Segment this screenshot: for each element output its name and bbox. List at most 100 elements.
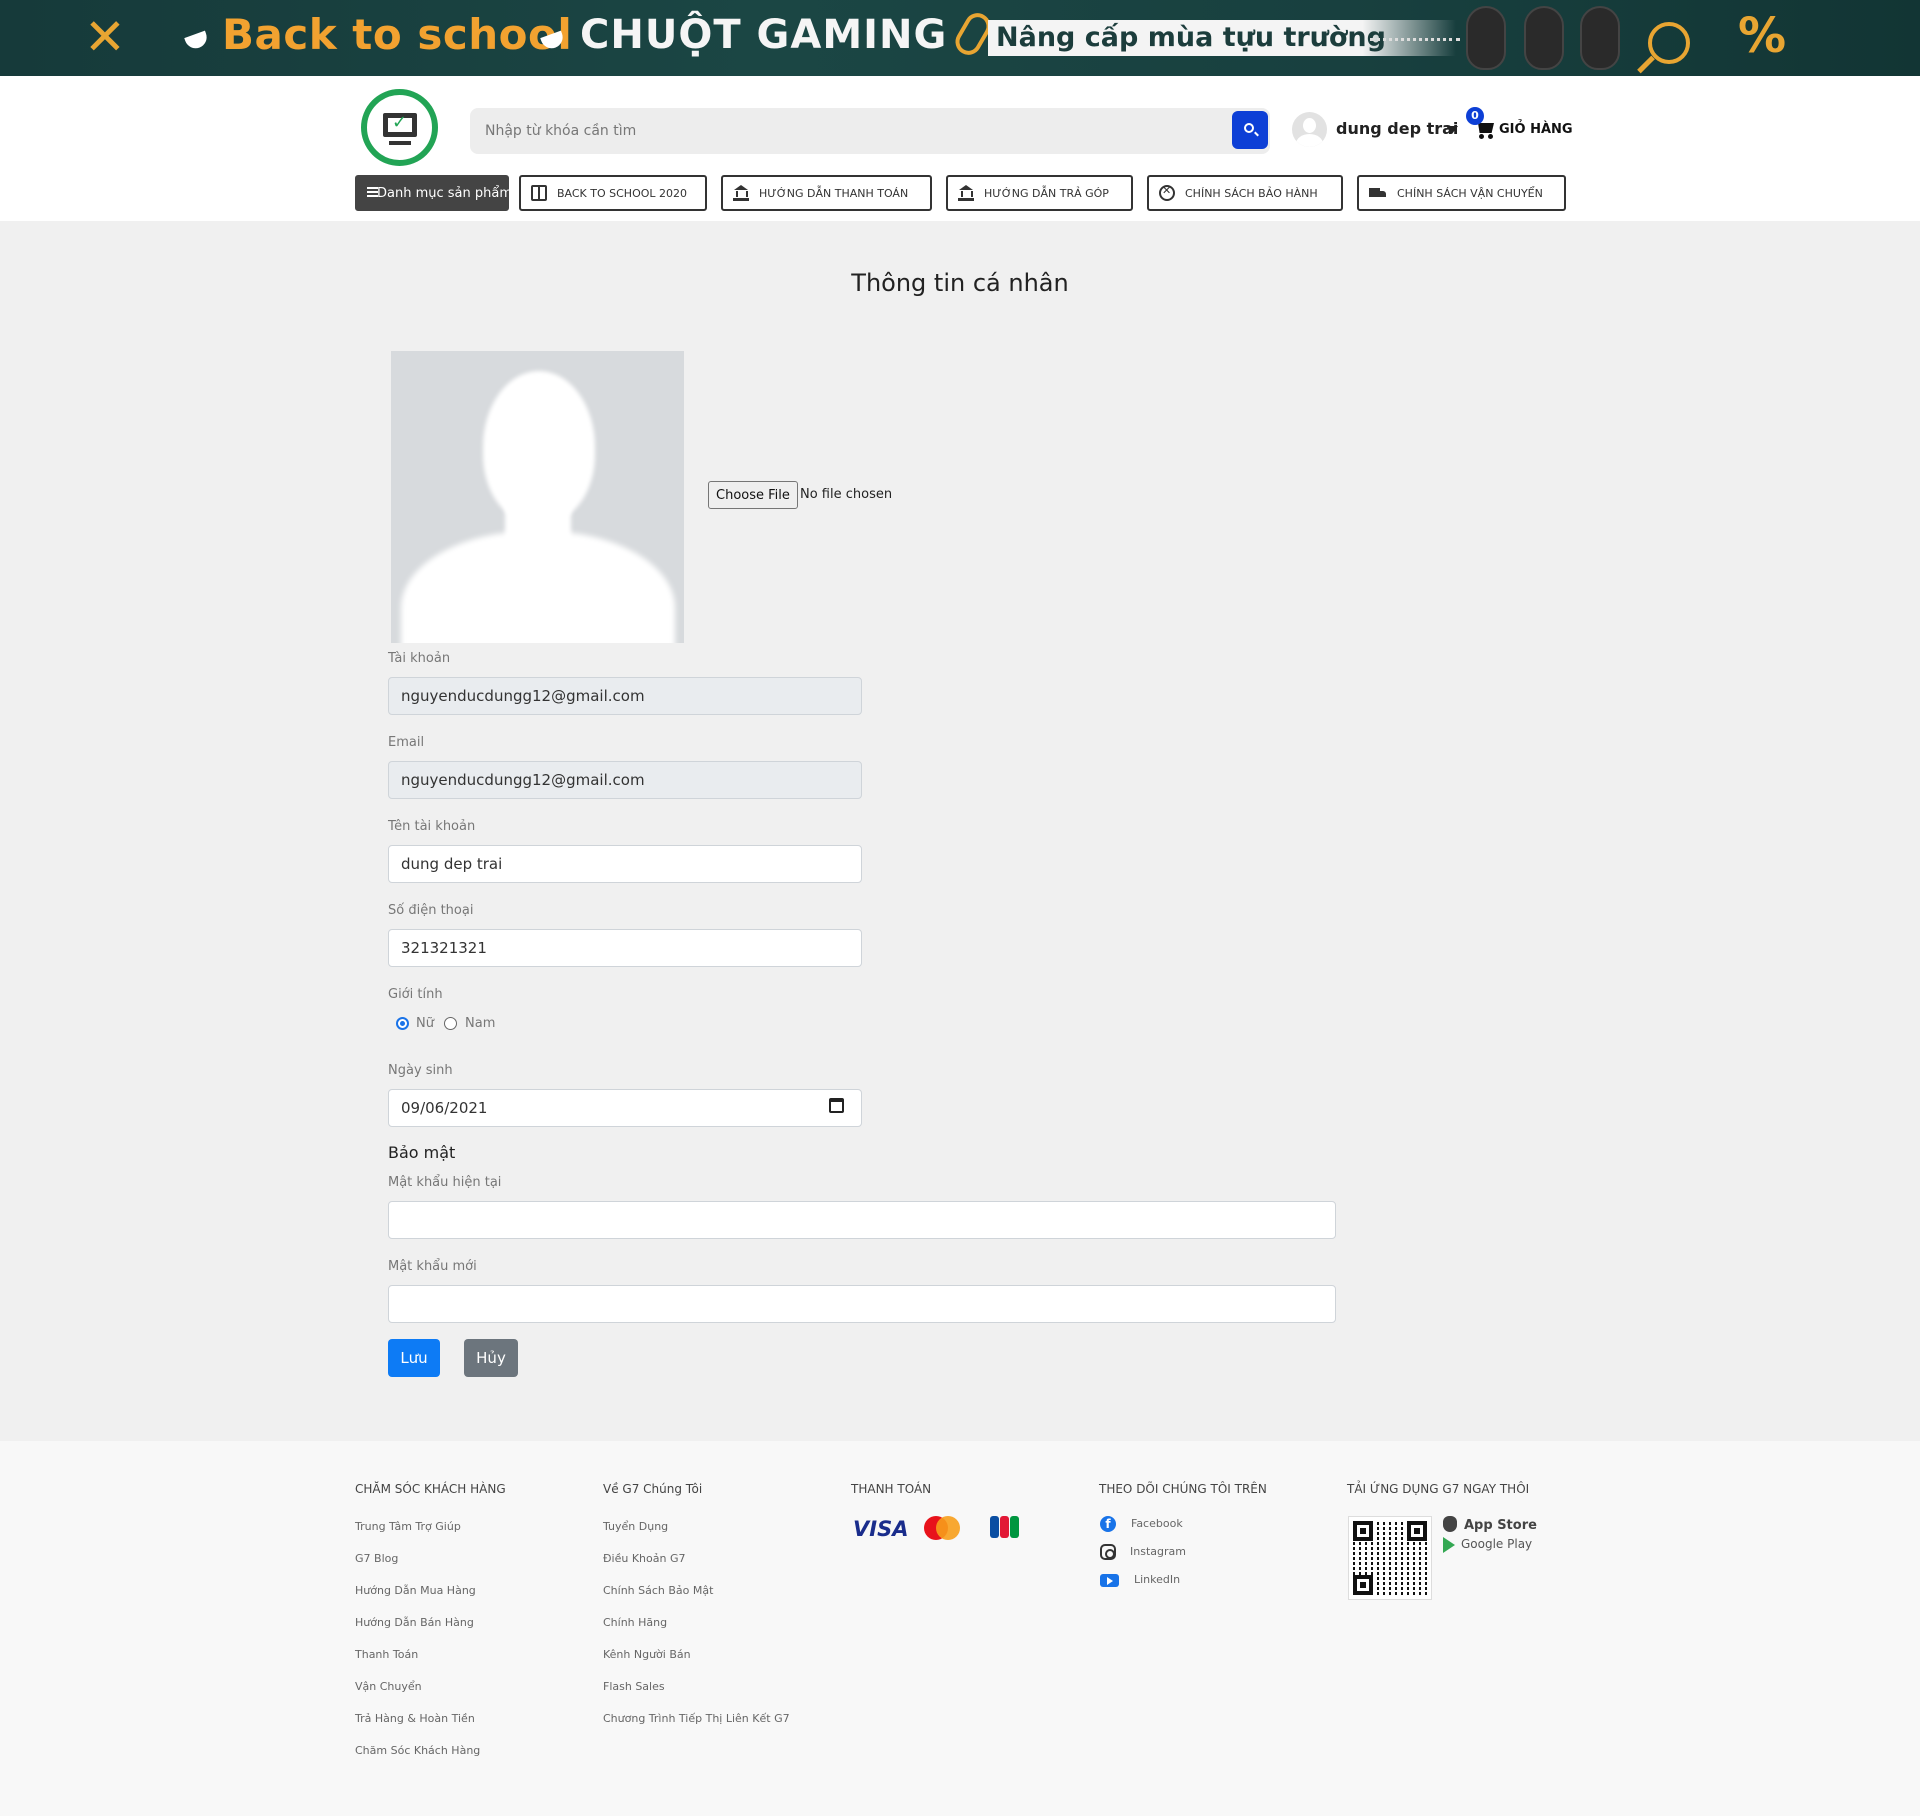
footer-link[interactable]: Trung Tâm Trợ Giúp	[355, 1520, 461, 1533]
search-button[interactable]	[1232, 111, 1268, 149]
footer-app-title: TẢI ỨNG DỤNG G7 NGAY THÔI	[1347, 1482, 1530, 1496]
email-label: Email	[388, 735, 425, 750]
footer-social-link[interactable]: Instagram	[1130, 1545, 1186, 1558]
file-status: No file chosen	[800, 487, 893, 502]
account-field[interactable]: nguyenducdungg12@gmail.com	[388, 677, 862, 715]
choose-file-button[interactable]: Choose File	[708, 481, 798, 509]
phone-label: Số điện thoại	[388, 903, 474, 918]
security-section-title: Bảo mật	[388, 1143, 456, 1162]
jcb-logo	[990, 1516, 1020, 1538]
footer-link[interactable]: Chăm Sóc Khách Hàng	[355, 1744, 480, 1757]
gaming-mouse-image	[1524, 6, 1564, 70]
footer-social-link[interactable]: LinkedIn	[1134, 1573, 1180, 1586]
footer-link[interactable]: Điều Khoản G7	[603, 1552, 685, 1565]
category-menu-label: Danh mục sản phẩm	[377, 185, 513, 201]
cart-count-badge: 0	[1466, 107, 1484, 125]
google-play-link[interactable]: Google Play	[1461, 1537, 1532, 1551]
new-password-field[interactable]	[388, 1285, 1336, 1323]
username-field[interactable]: dung dep trai	[388, 845, 862, 883]
nav-installment-guide[interactable]: HƯỚNG DẪN TRẢ GÓP	[946, 175, 1133, 211]
footer-link[interactable]: Tuyển Dụng	[603, 1520, 668, 1533]
footer-payment-title: THANH TOÁN	[851, 1482, 932, 1496]
footer-link[interactable]: Chính Sách Bảo Mật	[603, 1584, 713, 1597]
gender-female-label: Nữ	[416, 1016, 434, 1031]
page-title: Thông tin cá nhân	[851, 269, 1069, 297]
footer-link[interactable]: Chương Trình Tiếp Thị Liên Kết G7	[603, 1712, 790, 1725]
instagram-icon[interactable]	[1100, 1544, 1116, 1560]
profile-photo	[391, 351, 684, 643]
dob-label: Ngày sinh	[388, 1063, 453, 1078]
gender-label: Giới tính	[388, 987, 443, 1002]
nav-label: HƯỚNG DẪN THANH TOÁN	[759, 186, 909, 200]
nav-back-to-school[interactable]: BACK TO SCHOOL 2020	[519, 175, 707, 211]
nav-label: CHÍNH SÁCH VẬN CHUYỂN	[1397, 186, 1543, 200]
apple-icon	[1443, 1516, 1457, 1532]
bank-icon	[733, 185, 749, 201]
facebook-icon[interactable]: f	[1100, 1516, 1116, 1532]
monitor-icon	[383, 112, 417, 137]
linkedin-icon[interactable]	[1100, 1574, 1119, 1587]
cart-link[interactable]: GIỎ HÀNG	[1499, 122, 1573, 137]
site-header: dung dep trai 0 GIỎ HÀNG Danh mục sản ph…	[0, 76, 1920, 221]
footer-link[interactable]: Vận Chuyển	[355, 1680, 422, 1693]
tools-icon	[1159, 184, 1175, 201]
footer-link[interactable]: Trả Hàng & Hoàn Tiền	[355, 1712, 475, 1725]
footer-link[interactable]: Hướng Dẫn Mua Hàng	[355, 1584, 476, 1597]
user-avatar[interactable]	[1292, 112, 1327, 147]
current-password-label: Mật khẩu hiện tại	[388, 1175, 502, 1190]
footer-about-title: Về G7 Chúng Tôi	[603, 1482, 703, 1496]
banner-product: CHUỘT GAMING	[580, 12, 948, 58]
footer-link[interactable]: Chính Hãng	[603, 1616, 667, 1629]
drop-decoration-icon	[184, 30, 210, 52]
nav-label: CHÍNH SÁCH BẢO HÀNH	[1185, 186, 1318, 200]
gaming-mouse-image	[1466, 6, 1506, 70]
search-icon	[1244, 123, 1254, 133]
dots-decoration	[1370, 38, 1460, 41]
nav-warranty-policy[interactable]: CHÍNH SÁCH BẢO HÀNH	[1147, 175, 1343, 211]
app-store-link[interactable]: App Store	[1464, 1518, 1537, 1533]
username-label: Tên tài khoản	[388, 819, 476, 834]
magnifier-decoration-icon	[1648, 22, 1690, 64]
footer-link[interactable]: Flash Sales	[603, 1680, 665, 1693]
gender-male-radio[interactable]	[444, 1017, 457, 1030]
nav-shipping-policy[interactable]: CHÍNH SÁCH VẬN CHUYỂN	[1357, 175, 1566, 211]
search-bar	[470, 108, 1270, 154]
save-button[interactable]: Lưu	[388, 1339, 440, 1377]
footer-link[interactable]: Thanh Toán	[355, 1648, 418, 1661]
search-input[interactable]	[485, 108, 1215, 154]
footer-link[interactable]: G7 Blog	[355, 1552, 398, 1565]
gaming-mouse-image	[1580, 6, 1620, 70]
footer-follow-title: THEO DÕI CHÚNG TÔI TRÊN	[1099, 1482, 1267, 1496]
account-label: Tài khoản	[388, 651, 451, 666]
calendar-icon[interactable]	[829, 1098, 844, 1113]
banner-headline: Back to school	[222, 10, 573, 59]
footer-link[interactable]: Kênh Người Bán	[603, 1648, 691, 1661]
footer-social-link[interactable]: Facebook	[1131, 1517, 1183, 1530]
phone-field[interactable]: 321321321	[388, 929, 862, 967]
dob-field[interactable]: 09/06/2021	[388, 1089, 862, 1127]
percent-decoration-icon: %	[1738, 8, 1787, 64]
site-logo[interactable]	[361, 89, 438, 166]
email-field[interactable]: nguyenducdungg12@gmail.com	[388, 761, 862, 799]
promo-banner[interactable]: ✕ Back to school CHUỘT GAMING Nâng cấp m…	[0, 0, 1920, 76]
gender-female-radio[interactable]	[396, 1017, 409, 1030]
qr-code-image	[1348, 1516, 1432, 1600]
nav-payment-guide[interactable]: HƯỚNG DẪN THANH TOÁN	[721, 175, 932, 211]
truck-icon	[1369, 185, 1387, 201]
chevron-down-icon[interactable]	[1446, 126, 1458, 134]
visa-logo: VISA	[853, 1517, 909, 1541]
site-footer	[0, 1441, 1920, 1816]
current-password-field[interactable]	[388, 1201, 1336, 1239]
cancel-button[interactable]: Hủy	[464, 1339, 518, 1377]
mastercard-logo	[924, 1516, 960, 1542]
x-decoration-icon: ✕	[84, 8, 126, 66]
bank-icon	[958, 185, 974, 201]
user-name[interactable]: dung dep trai	[1336, 119, 1458, 138]
footer-customer-care-title: CHĂM SÓC KHÁCH HÀNG	[355, 1482, 506, 1496]
footer-link[interactable]: Hướng Dẫn Bán Hàng	[355, 1616, 474, 1629]
gender-male-label: Nam	[465, 1016, 496, 1031]
category-menu-button[interactable]: Danh mục sản phẩm	[355, 175, 513, 211]
nav-label: HƯỚNG DẪN TRẢ GÓP	[984, 186, 1109, 200]
new-password-label: Mật khẩu mới	[388, 1259, 477, 1274]
google-play-icon	[1443, 1537, 1455, 1553]
